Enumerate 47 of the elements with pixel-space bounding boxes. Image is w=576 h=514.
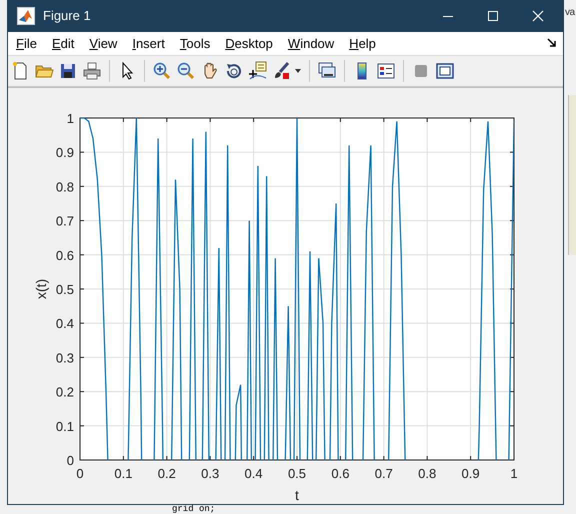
y-tick-label: 1 [66, 111, 74, 126]
x-tick-label: 0.2 [158, 466, 176, 481]
zoom-in-icon[interactable] [152, 61, 172, 82]
y-tick-label: 0.1 [56, 418, 74, 434]
code-line: grid on; [172, 505, 216, 514]
panel-layout-icon[interactable] [435, 61, 455, 82]
background-text: va [565, 7, 575, 18]
printer-icon[interactable] [82, 61, 102, 82]
menu-item[interactable]: Edit [52, 36, 74, 51]
x-tick-label: 0.9 [462, 466, 480, 481]
x-tick-label: 0.1 [114, 466, 132, 481]
menu-item[interactable]: Tools [180, 36, 210, 51]
y-tick-label: 0.4 [56, 316, 74, 332]
x-tick-label: 0.8 [418, 466, 436, 481]
close-icon[interactable] [532, 10, 544, 22]
menu-item[interactable]: Insert [132, 36, 165, 51]
legend-icon[interactable] [376, 61, 396, 82]
y-tick-label: 0.9 [56, 145, 74, 160]
x-tick-label: 1 [510, 466, 518, 481]
x-tick-label: 0.4 [244, 466, 263, 481]
y-tick-label: 0.8 [56, 179, 74, 194]
x-tick-label: 0.3 [201, 466, 220, 481]
x-tick-label: 0.7 [374, 466, 393, 481]
x-tick-label: 0.6 [331, 466, 350, 481]
x-tick-label: 0 [76, 466, 84, 481]
y-tick-label: 0.7 [56, 214, 74, 229]
caret-icon[interactable] [294, 68, 302, 74]
window-title: Figure 1 [43, 8, 91, 24]
y-tick-label: 0.6 [56, 248, 74, 263]
y-tick-label: 0 [66, 453, 74, 468]
y-axis-label: x(t) [33, 278, 49, 300]
zoom-out-icon[interactable] [176, 61, 196, 82]
menu-item[interactable]: Desktop [225, 36, 273, 51]
data-tip-icon[interactable] [248, 61, 268, 82]
menu-item[interactable]: File [16, 36, 37, 51]
x-axis-label: t [295, 487, 299, 503]
brush-icon[interactable] [272, 61, 292, 82]
menu-item[interactable]: View [89, 36, 118, 51]
menu-item[interactable]: Help [349, 36, 376, 51]
maximize-icon[interactable] [487, 10, 499, 22]
menu-item[interactable]: Window [288, 36, 334, 51]
y-tick-label: 0.3 [56, 350, 74, 366]
y-tick-label: 0.2 [56, 384, 74, 400]
peak-logo-icon [17, 6, 35, 25]
dock-arrow-icon[interactable] [547, 38, 557, 48]
x-tick-label: 0.5 [288, 466, 306, 481]
y-tick-label: 0.5 [56, 282, 74, 297]
